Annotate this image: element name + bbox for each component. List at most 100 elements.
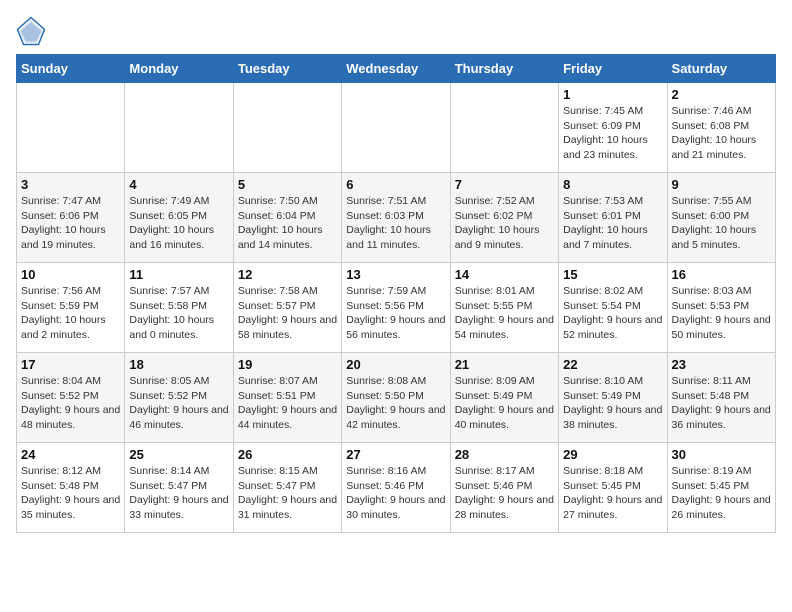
- day-number: 18: [129, 357, 228, 372]
- calendar-cell: 30Sunrise: 8:19 AM Sunset: 5:45 PM Dayli…: [667, 443, 775, 533]
- calendar-cell: 29 Sunrise: 8:18 AM Sunset: 5:45 PM Dayli…: [559, 443, 667, 533]
- header-day-saturday: Saturday: [667, 55, 775, 83]
- calendar-cell: [342, 83, 450, 173]
- calendar-cell: 2 Sunrise: 7:46 AM Sunset: 6:08 PM Daylig…: [667, 83, 775, 173]
- day-number: 6: [346, 177, 445, 192]
- day-info: Sunrise: 8:14 AM Sunset: 5:47 PM Dayligh…: [129, 464, 228, 523]
- calendar-body: 1 Sunrise: 7:45 AM Sunset: 6:09 PM Daylig…: [17, 83, 776, 533]
- day-info: Sunrise: 8:09 AM Sunset: 5:49 PM Dayligh…: [455, 374, 554, 433]
- day-number: 5: [238, 177, 337, 192]
- calendar-cell: 12 Sunrise: 7:58 AM Sunset: 5:57 PM Dayli…: [233, 263, 341, 353]
- day-info: Sunrise: 8:05 AM Sunset: 5:52 PM Dayligh…: [129, 374, 228, 433]
- day-info: Sunrise: 7:58 AM Sunset: 5:57 PM Dayligh…: [238, 284, 337, 343]
- day-number: 25: [129, 447, 228, 462]
- calendar-cell: 10Sunrise: 7:56 AM Sunset: 5:59 PM Dayli…: [17, 263, 125, 353]
- calendar-cell: 1 Sunrise: 7:45 AM Sunset: 6:09 PM Daylig…: [559, 83, 667, 173]
- calendar-cell: 3 Sunrise: 7:47 AM Sunset: 6:06 PM Daylig…: [17, 173, 125, 263]
- day-info: Sunrise: 8:18 AM Sunset: 5:45 PM Dayligh…: [563, 464, 662, 523]
- day-number: 23: [672, 357, 771, 372]
- day-number: 10: [21, 267, 120, 282]
- week-row-0: 1 Sunrise: 7:45 AM Sunset: 6:09 PM Daylig…: [17, 83, 776, 173]
- calendar-cell: 27 Sunrise: 8:16 AM Sunset: 5:46 PM Dayli…: [342, 443, 450, 533]
- day-info: Sunrise: 8:16 AM Sunset: 5:46 PM Dayligh…: [346, 464, 445, 523]
- day-info: Sunrise: 7:59 AM Sunset: 5:56 PM Dayligh…: [346, 284, 445, 343]
- header-day-sunday: Sunday: [17, 55, 125, 83]
- day-info: Sunrise: 8:15 AM Sunset: 5:47 PM Dayligh…: [238, 464, 337, 523]
- logo: [16, 16, 50, 46]
- day-info: Sunrise: 7:52 AM Sunset: 6:02 PM Dayligh…: [455, 194, 554, 253]
- calendar-cell: 16Sunrise: 8:03 AM Sunset: 5:53 PM Dayli…: [667, 263, 775, 353]
- week-row-4: 24 Sunrise: 8:12 AM Sunset: 5:48 PM Dayli…: [17, 443, 776, 533]
- day-number: 13: [346, 267, 445, 282]
- calendar-cell: [125, 83, 233, 173]
- calendar-cell: 18 Sunrise: 8:05 AM Sunset: 5:52 PM Dayli…: [125, 353, 233, 443]
- day-number: 14: [455, 267, 554, 282]
- calendar-cell: 19 Sunrise: 8:07 AM Sunset: 5:51 PM Dayli…: [233, 353, 341, 443]
- calendar-cell: 17Sunrise: 8:04 AM Sunset: 5:52 PM Dayli…: [17, 353, 125, 443]
- calendar-cell: [17, 83, 125, 173]
- day-number: 12: [238, 267, 337, 282]
- day-info: Sunrise: 7:55 AM Sunset: 6:00 PM Dayligh…: [672, 194, 771, 253]
- day-number: 20: [346, 357, 445, 372]
- week-row-1: 3 Sunrise: 7:47 AM Sunset: 6:06 PM Daylig…: [17, 173, 776, 263]
- calendar-cell: 20 Sunrise: 8:08 AM Sunset: 5:50 PM Dayli…: [342, 353, 450, 443]
- day-info: Sunrise: 8:12 AM Sunset: 5:48 PM Dayligh…: [21, 464, 120, 523]
- calendar-header: SundayMondayTuesdayWednesdayThursdayFrid…: [17, 55, 776, 83]
- day-number: 26: [238, 447, 337, 462]
- week-row-2: 10Sunrise: 7:56 AM Sunset: 5:59 PM Dayli…: [17, 263, 776, 353]
- logo-icon: [16, 16, 46, 46]
- day-info: Sunrise: 7:47 AM Sunset: 6:06 PM Dayligh…: [21, 194, 120, 253]
- day-info: Sunrise: 7:50 AM Sunset: 6:04 PM Dayligh…: [238, 194, 337, 253]
- day-info: Sunrise: 8:10 AM Sunset: 5:49 PM Dayligh…: [563, 374, 662, 433]
- day-number: 30: [672, 447, 771, 462]
- calendar-cell: 4 Sunrise: 7:49 AM Sunset: 6:05 PM Daylig…: [125, 173, 233, 263]
- calendar-cell: 26 Sunrise: 8:15 AM Sunset: 5:47 PM Dayli…: [233, 443, 341, 533]
- day-info: Sunrise: 8:02 AM Sunset: 5:54 PM Dayligh…: [563, 284, 662, 343]
- header-day-monday: Monday: [125, 55, 233, 83]
- calendar-cell: 24 Sunrise: 8:12 AM Sunset: 5:48 PM Dayli…: [17, 443, 125, 533]
- day-number: 3: [21, 177, 120, 192]
- header-day-friday: Friday: [559, 55, 667, 83]
- day-number: 11: [129, 267, 228, 282]
- calendar-cell: [233, 83, 341, 173]
- day-number: 22: [563, 357, 662, 372]
- calendar-cell: 7 Sunrise: 7:52 AM Sunset: 6:02 PM Daylig…: [450, 173, 558, 263]
- calendar-cell: 11Sunrise: 7:57 AM Sunset: 5:58 PM Dayli…: [125, 263, 233, 353]
- week-row-3: 17Sunrise: 8:04 AM Sunset: 5:52 PM Dayli…: [17, 353, 776, 443]
- day-number: 19: [238, 357, 337, 372]
- day-number: 1: [563, 87, 662, 102]
- day-info: Sunrise: 7:46 AM Sunset: 6:08 PM Dayligh…: [672, 104, 771, 163]
- calendar-cell: 15 Sunrise: 8:02 AM Sunset: 5:54 PM Dayli…: [559, 263, 667, 353]
- day-number: 28: [455, 447, 554, 462]
- header-day-tuesday: Tuesday: [233, 55, 341, 83]
- day-number: 24: [21, 447, 120, 462]
- day-info: Sunrise: 7:53 AM Sunset: 6:01 PM Dayligh…: [563, 194, 662, 253]
- day-info: Sunrise: 8:17 AM Sunset: 5:46 PM Dayligh…: [455, 464, 554, 523]
- calendar-cell: 5 Sunrise: 7:50 AM Sunset: 6:04 PM Daylig…: [233, 173, 341, 263]
- day-number: 16: [672, 267, 771, 282]
- day-number: 9: [672, 177, 771, 192]
- day-info: Sunrise: 7:49 AM Sunset: 6:05 PM Dayligh…: [129, 194, 228, 253]
- day-info: Sunrise: 7:51 AM Sunset: 6:03 PM Dayligh…: [346, 194, 445, 253]
- day-number: 2: [672, 87, 771, 102]
- calendar-cell: 21 Sunrise: 8:09 AM Sunset: 5:49 PM Dayli…: [450, 353, 558, 443]
- day-number: 21: [455, 357, 554, 372]
- day-number: 7: [455, 177, 554, 192]
- header-day-wednesday: Wednesday: [342, 55, 450, 83]
- calendar-cell: 8 Sunrise: 7:53 AM Sunset: 6:01 PM Daylig…: [559, 173, 667, 263]
- calendar-cell: 25 Sunrise: 8:14 AM Sunset: 5:47 PM Dayli…: [125, 443, 233, 533]
- day-number: 15: [563, 267, 662, 282]
- day-info: Sunrise: 8:07 AM Sunset: 5:51 PM Dayligh…: [238, 374, 337, 433]
- calendar-cell: 22 Sunrise: 8:10 AM Sunset: 5:49 PM Dayli…: [559, 353, 667, 443]
- calendar-cell: [450, 83, 558, 173]
- calendar-cell: 6 Sunrise: 7:51 AM Sunset: 6:03 PM Daylig…: [342, 173, 450, 263]
- day-number: 27: [346, 447, 445, 462]
- day-info: Sunrise: 7:45 AM Sunset: 6:09 PM Dayligh…: [563, 104, 662, 163]
- day-number: 4: [129, 177, 228, 192]
- calendar-cell: 13 Sunrise: 7:59 AM Sunset: 5:56 PM Dayli…: [342, 263, 450, 353]
- page-header: [16, 16, 776, 46]
- day-number: 29: [563, 447, 662, 462]
- day-number: 17: [21, 357, 120, 372]
- day-info: Sunrise: 8:08 AM Sunset: 5:50 PM Dayligh…: [346, 374, 445, 433]
- day-number: 8: [563, 177, 662, 192]
